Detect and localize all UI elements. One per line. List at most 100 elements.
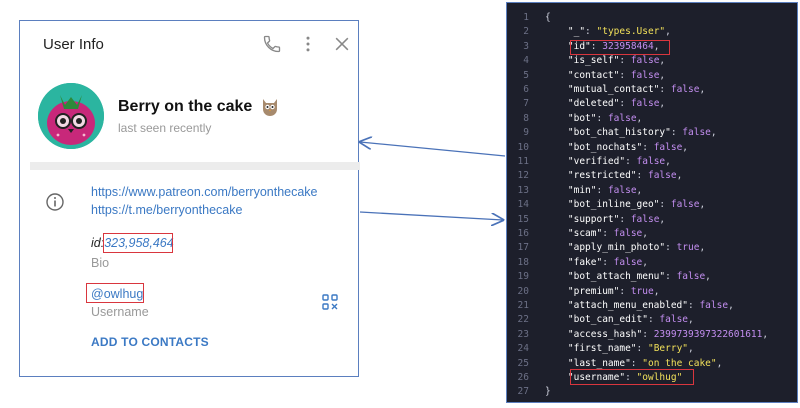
code-token: false <box>653 141 683 153</box>
code-line: 7 "deleted": false, <box>507 97 665 111</box>
code-token: "attach_menu_enabled" <box>545 300 688 311</box>
code-token: { <box>545 12 551 23</box>
code-token: "apply_min_photo" <box>545 242 666 254</box>
code-token: false <box>647 170 677 182</box>
code-line: 13 "min": false, <box>507 184 643 198</box>
code-line: 16 "scam": false, <box>507 227 648 241</box>
code-token: : <box>642 141 654 153</box>
code-token: "bot" <box>545 112 597 124</box>
code-token: : <box>665 271 677 283</box>
code-line: 27} <box>507 385 551 399</box>
line-number: 20 <box>517 285 529 297</box>
code-token: , <box>728 300 734 311</box>
code-line: 9 "bot_chat_history": false, <box>507 126 717 140</box>
code-line: 17 "apply_min_photo": true, <box>507 241 706 255</box>
line-number: 27 <box>517 386 529 398</box>
username-field-highlight-box <box>570 369 694 385</box>
code-line: 11 "verified": false, <box>507 155 671 169</box>
line-number: 10 <box>517 141 529 153</box>
code-token: , <box>710 127 717 139</box>
code-token: : <box>647 314 660 326</box>
code-token: : <box>619 98 631 110</box>
code-line: 12 "restricted": false, <box>507 169 683 183</box>
code-token: false <box>636 156 666 167</box>
code-token: "bot_can_edit" <box>545 314 648 326</box>
code-token: false <box>682 127 711 139</box>
code-token: "bot_nochats" <box>545 141 643 153</box>
line-number: 22 <box>517 314 529 326</box>
code-token: : <box>630 357 643 369</box>
code-token: , <box>705 271 711 283</box>
code-token: "types.User" <box>596 26 666 38</box>
code-token: "bot_chat_history" <box>545 127 671 139</box>
line-number: 14 <box>517 199 529 211</box>
code-token: true <box>630 285 654 297</box>
arrow-to-dialog <box>360 142 506 157</box>
code-token: : <box>636 170 648 182</box>
code-token: false <box>699 300 729 311</box>
line-number: 8 <box>523 112 529 124</box>
code-token: : <box>636 343 648 355</box>
code-token: "_" <box>545 26 586 38</box>
id-field-highlight-box <box>570 40 670 55</box>
arrow-to-code <box>359 211 503 220</box>
code-token: : <box>602 228 614 239</box>
code-token: "mutual_contact" <box>545 84 660 95</box>
line-number: 7 <box>523 98 529 110</box>
code-token: false <box>630 98 660 110</box>
code-token: , <box>688 314 694 326</box>
code-token: false <box>607 184 637 196</box>
code-token: : <box>619 55 631 67</box>
code-token: , <box>659 55 666 67</box>
code-token: false <box>670 199 700 211</box>
code-token: false <box>613 228 643 239</box>
code-line: 21 "attach_menu_enabled": false, <box>507 299 734 313</box>
code-token: "bot_attach_menu" <box>545 271 666 283</box>
line-number: 13 <box>517 184 529 196</box>
code-token: : <box>688 300 700 311</box>
code-token: 2399739397322601611 <box>653 328 763 340</box>
code-token: : <box>602 256 614 268</box>
code-token: : <box>619 285 631 297</box>
code-token: : <box>596 112 608 124</box>
code-token: "verified" <box>545 156 626 167</box>
code-token: "access_hash" <box>545 328 643 340</box>
code-line: 6 "mutual_contact": false, <box>507 83 705 97</box>
line-number: 26 <box>517 372 529 383</box>
code-token: "premium" <box>545 285 620 297</box>
line-number: 1 <box>523 12 529 23</box>
line-number: 21 <box>517 300 529 311</box>
code-token: "last_name" <box>545 357 631 369</box>
code-token: , <box>762 328 769 340</box>
code-line: 5 "contact": false, <box>507 69 665 83</box>
line-number: 23 <box>517 328 529 340</box>
code-token: false <box>670 84 700 95</box>
code-token: , <box>676 170 683 182</box>
line-number: 3 <box>523 40 529 52</box>
code-token: , <box>716 357 723 369</box>
code-token: : <box>619 69 631 81</box>
code-token: "fake" <box>545 256 603 268</box>
code-token: } <box>545 386 551 398</box>
code-token: : <box>659 199 671 211</box>
code-token: , <box>659 213 666 225</box>
code-token: "bot_inline_geo" <box>545 199 660 211</box>
code-token: , <box>636 112 643 124</box>
code-token: "first_name" <box>545 343 637 355</box>
line-number: 9 <box>523 127 529 139</box>
code-token: : <box>670 127 683 139</box>
code-token: false <box>659 314 689 326</box>
code-token: false <box>630 55 660 67</box>
code-token: , <box>665 156 671 167</box>
code-line: 18 "fake": false, <box>507 256 648 270</box>
line-number: 16 <box>517 228 529 239</box>
code-token: : <box>659 84 671 95</box>
code-token: : <box>665 242 677 254</box>
code-token: "on the cake" <box>642 357 717 369</box>
code-line: 22 "bot_can_edit": false, <box>507 313 694 327</box>
code-token: false <box>607 112 637 124</box>
code-token: "restricted" <box>545 170 637 182</box>
code-token: , <box>659 69 666 81</box>
code-token: , <box>659 98 666 110</box>
code-line: 19 "bot_attach_menu": false, <box>507 270 711 284</box>
